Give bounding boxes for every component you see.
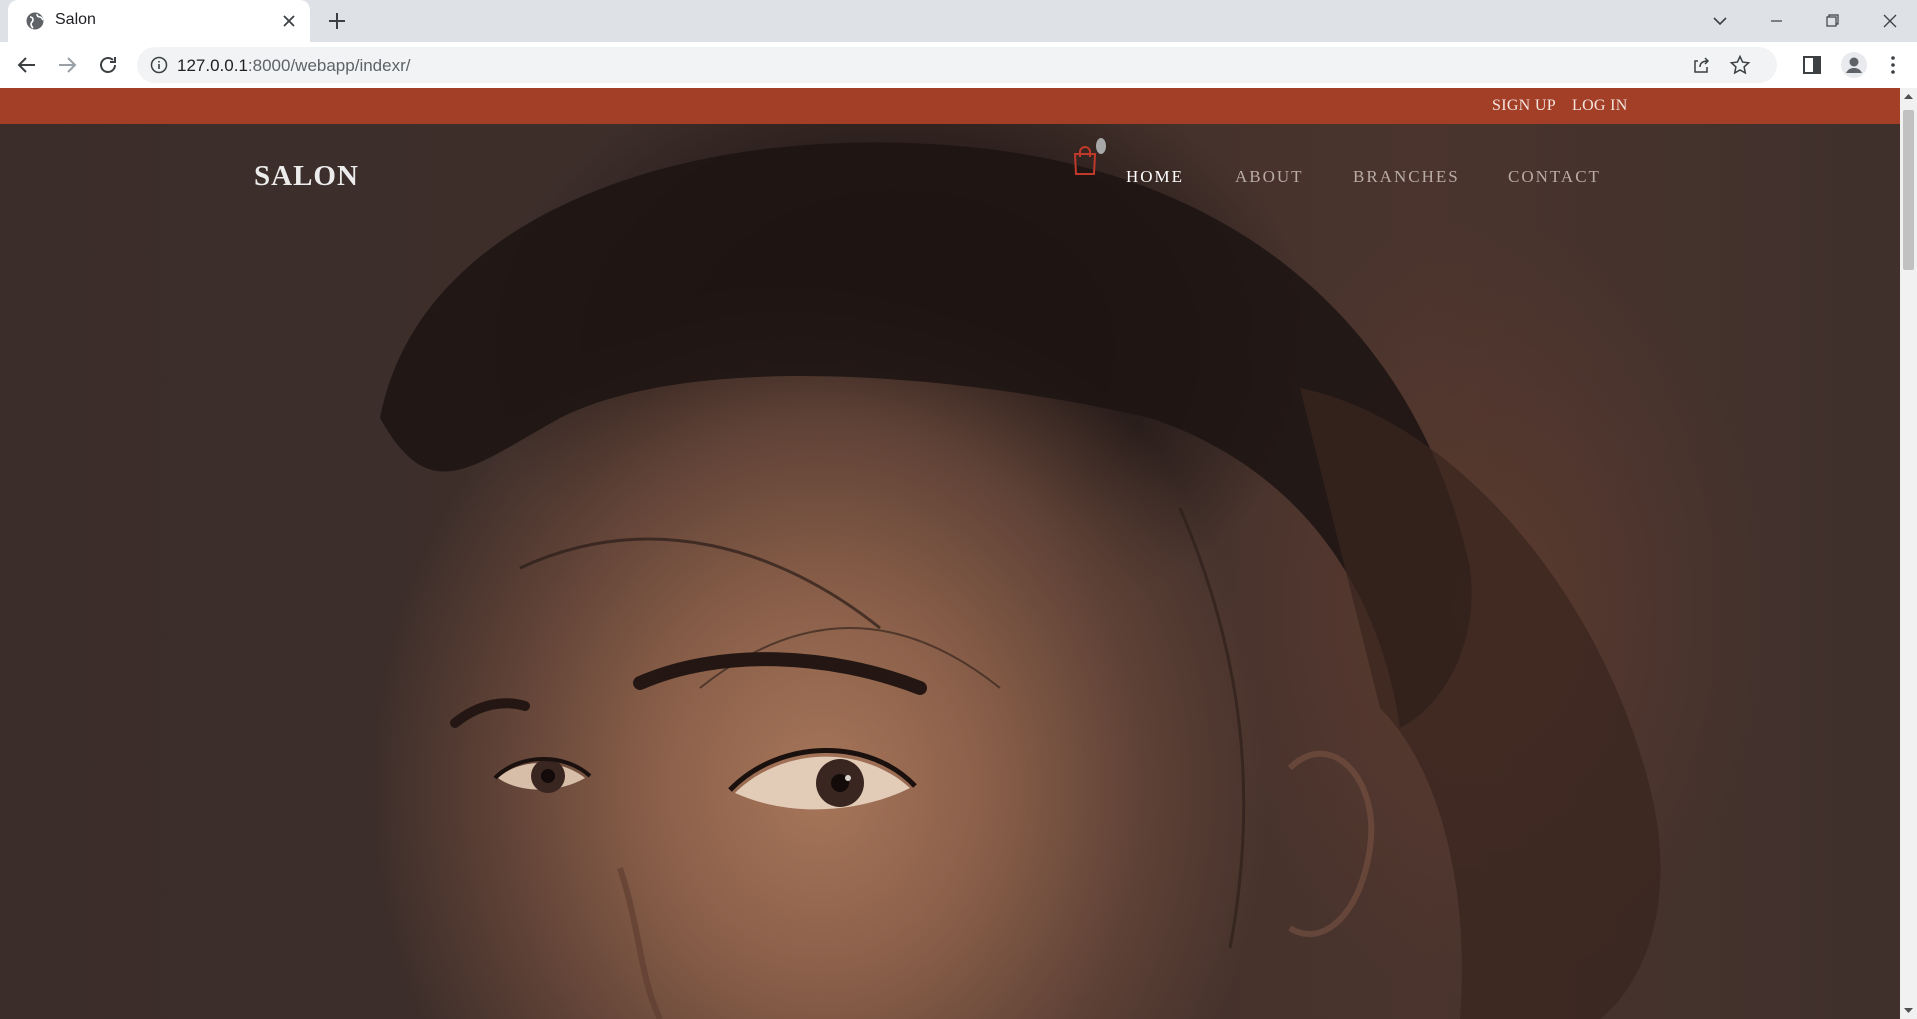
forward-icon[interactable]: [55, 53, 79, 77]
shopping-bag-icon[interactable]: [1064, 138, 1108, 182]
reload-icon[interactable]: [96, 53, 120, 77]
close-icon[interactable]: [1870, 6, 1910, 36]
sign-up-link[interactable]: SIGN UP: [1492, 97, 1556, 115]
nav-home[interactable]: HOME: [1126, 167, 1184, 187]
globe-icon: [26, 12, 44, 30]
browser-toolbar: 127.0.0.1:8000/webapp/indexr/: [0, 42, 1917, 89]
tab-strip: Salon: [0, 0, 1917, 42]
menu-icon[interactable]: [1881, 53, 1905, 77]
plus-icon[interactable]: [326, 10, 348, 32]
scrollbar-thumb[interactable]: [1903, 110, 1914, 270]
back-icon[interactable]: [15, 53, 39, 77]
profile-icon[interactable]: [1840, 51, 1868, 79]
close-icon[interactable]: [280, 12, 298, 30]
restore-icon[interactable]: [1812, 6, 1852, 36]
share-icon[interactable]: [1691, 55, 1711, 75]
nav-about[interactable]: ABOUT: [1235, 167, 1304, 187]
info-icon[interactable]: [150, 56, 168, 74]
scroll-up-icon[interactable]: [1904, 92, 1913, 101]
side-panel-icon[interactable]: [1800, 53, 1824, 77]
page-viewport: SIGN UP LOG IN SALON HOME ABOUT BRANCHES…: [0, 88, 1900, 1019]
hero-portrait: [380, 142, 1661, 1019]
star-icon[interactable]: [1729, 54, 1751, 76]
url-text: 127.0.0.1:8000/webapp/indexr/: [177, 56, 411, 75]
log-in-link[interactable]: LOG IN: [1572, 97, 1628, 115]
address-bar[interactable]: 127.0.0.1:8000/webapp/indexr/: [137, 47, 1777, 83]
tab-title: Salon: [55, 11, 96, 28]
hero-image: [0, 88, 1900, 1019]
page-scrollbar[interactable]: [1900, 88, 1917, 1019]
minimize-icon[interactable]: [1756, 6, 1796, 36]
chevron-down-icon[interactable]: [1709, 10, 1731, 32]
top-auth-bar: SIGN UP LOG IN: [0, 88, 1900, 124]
browser-tab[interactable]: Salon: [8, 0, 310, 42]
site-logo[interactable]: SALON: [254, 160, 359, 193]
nav-contact[interactable]: CONTACT: [1508, 167, 1601, 187]
scroll-down-icon[interactable]: [1904, 1006, 1913, 1015]
nav-branches[interactable]: BRANCHES: [1353, 167, 1460, 187]
